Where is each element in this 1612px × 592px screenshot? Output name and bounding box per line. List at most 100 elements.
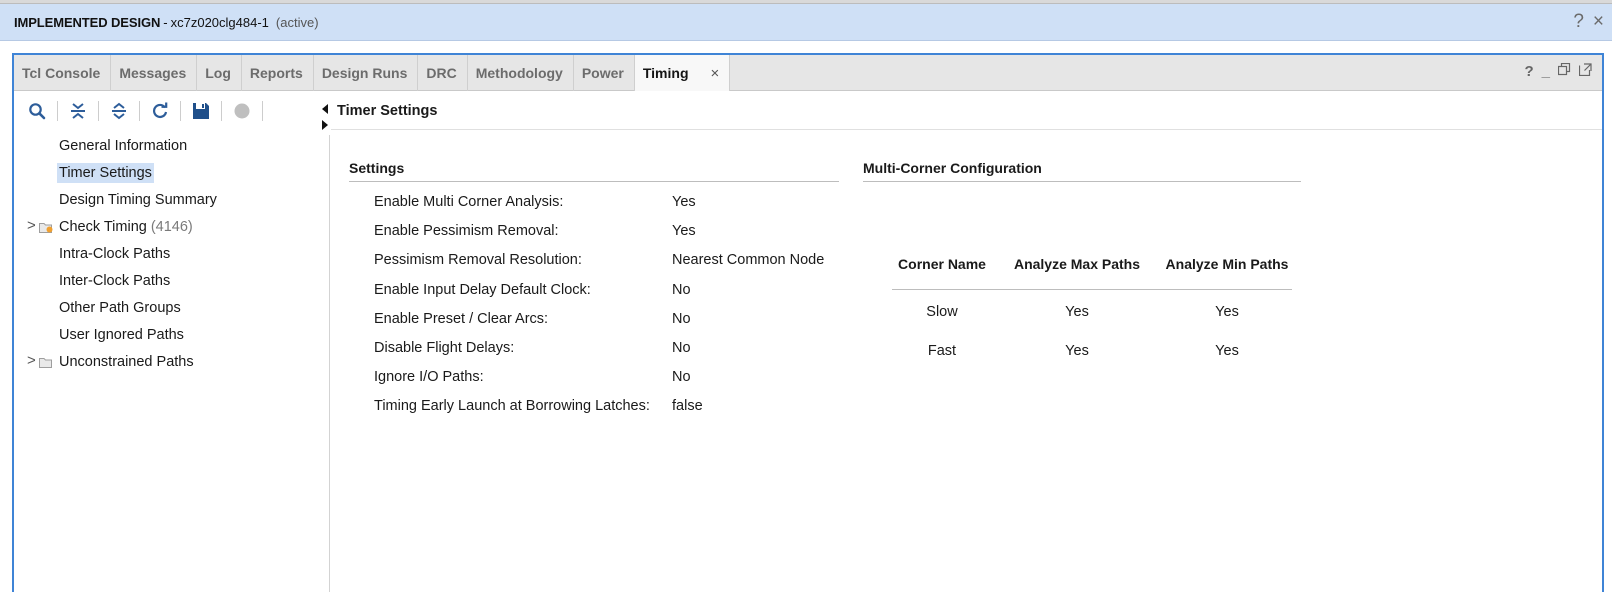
table-cell: Yes <box>1065 304 1089 320</box>
tree-item-inter-clock-paths[interactable]: Inter-Clock Paths <box>59 270 170 292</box>
tree-item-unconstrained-paths[interactable]: > Unconstrained Paths <box>27 351 194 373</box>
setting-label: Enable Pessimism Removal: <box>374 223 559 239</box>
setting-label: Disable Flight Delays: <box>374 340 515 356</box>
setting-row: Enable Multi Corner Analysis: Yes <box>374 194 696 214</box>
tab-log[interactable]: Log <box>197 55 242 91</box>
stop-icon[interactable] <box>229 98 255 124</box>
column-header: Analyze Min Paths <box>1165 256 1289 272</box>
tree-item-label: Intra-Clock Paths <box>59 246 171 262</box>
table-header: Corner Name Analyze Max Paths Analyze Mi… <box>892 256 1292 290</box>
design-status: (active) <box>275 14 319 30</box>
setting-value: No <box>672 311 691 327</box>
tab-methodology[interactable]: Methodology <box>468 55 574 91</box>
detail-title: Timer Settings <box>331 92 1602 130</box>
tab-label: Power <box>581 65 624 81</box>
setting-row: Timing Early Launch at Borrowing Latches… <box>374 398 703 418</box>
column-header: Analyze Max Paths <box>1013 256 1141 272</box>
tab-drc[interactable]: DRC <box>418 55 468 91</box>
tree-item-label: General Information <box>59 138 188 154</box>
tree-item-label: Timer Settings <box>57 163 154 183</box>
tab-label: Messages <box>119 65 187 81</box>
tree-item-label: Other Path Groups <box>59 300 181 316</box>
float-icon[interactable] <box>1578 63 1592 80</box>
part-name: xc7z020clg484-1 <box>170 14 269 30</box>
expand-all-icon[interactable] <box>106 98 132 124</box>
tab-label: Timing <box>642 65 689 81</box>
tree-item-intra-clock-paths[interactable]: Intra-Clock Paths <box>59 243 170 265</box>
search-icon[interactable] <box>24 98 50 124</box>
save-icon[interactable] <box>188 98 214 124</box>
chevron-right-icon[interactable]: > <box>27 352 39 369</box>
tree-item-general-information[interactable]: General Information <box>59 135 187 157</box>
table-cell: Yes <box>1215 343 1239 359</box>
setting-label: Enable Input Delay Default Clock: <box>374 282 591 298</box>
table-cell: Yes <box>1065 343 1089 359</box>
setting-label: Ignore I/O Paths: <box>374 369 484 385</box>
design-label: IMPLEMENTED DESIGN <box>14 14 161 30</box>
tree-item-timer-settings[interactable]: Timer Settings <box>57 162 154 184</box>
setting-row: Enable Pessimism Removal: Yes <box>374 223 696 243</box>
setting-value: Nearest Common Node <box>672 252 825 268</box>
tree-item-label: Unconstrained Paths <box>59 354 194 370</box>
setting-value: No <box>672 340 691 356</box>
setting-row: Ignore I/O Paths: No <box>374 369 691 389</box>
setting-label: Pessimism Removal Resolution: <box>374 252 582 268</box>
chevron-right-icon[interactable]: > <box>27 217 39 234</box>
setting-label: Enable Preset / Clear Arcs: <box>374 311 549 327</box>
tab-label: Methodology <box>475 65 563 81</box>
tab-messages[interactable]: Messages <box>111 55 198 91</box>
tab-label: Log <box>205 65 231 81</box>
help-icon[interactable]: ? <box>1573 11 1584 33</box>
tab-timing[interactable]: Timing × <box>634 55 731 91</box>
settings-section-title: Settings <box>349 160 839 182</box>
tree-item-label: Design Timing Summary <box>59 192 217 208</box>
tab-tcl-console[interactable]: Tcl Console <box>14 55 112 91</box>
tab-bar: Tcl Console Messages Log Reports Design … <box>14 55 1602 91</box>
tab-label: Reports <box>249 65 303 81</box>
collapse-all-icon[interactable] <box>65 98 91 124</box>
tree-item-label: Inter-Clock Paths <box>59 273 171 289</box>
setting-label: Enable Multi Corner Analysis: <box>374 194 564 210</box>
tab-label: Design Runs <box>321 65 408 81</box>
timing-toolbar <box>14 92 330 130</box>
tab-label: Tcl Console <box>22 65 101 81</box>
setting-value: No <box>672 282 691 298</box>
timing-panel: Tcl Console Messages Log Reports Design … <box>12 53 1604 592</box>
setting-row: Disable Flight Delays: No <box>374 340 691 360</box>
column-header: Corner Name <box>898 256 986 272</box>
close-icon[interactable]: × <box>1593 11 1604 33</box>
minimize-icon[interactable]: _ <box>1542 63 1550 80</box>
tab-label: DRC <box>426 65 457 81</box>
panel-splitter-arrows[interactable] <box>320 102 330 132</box>
multicorner-section-title: Multi-Corner Configuration <box>863 160 1301 182</box>
restore-icon[interactable] <box>1557 62 1571 80</box>
tab-power[interactable]: Power <box>574 55 635 91</box>
setting-label: Timing Early Launch at Borrowing Latches… <box>374 398 650 414</box>
tree-item-label: Check Timing <box>59 219 147 235</box>
window-title-bar: IMPLEMENTED DESIGN - xc7z020clg484-1 (ac… <box>0 4 1612 41</box>
setting-value: false <box>672 398 703 414</box>
title-separator: - <box>163 14 168 30</box>
timing-report-tree: General Information Timer Settings Desig… <box>14 135 330 592</box>
setting-row: Enable Preset / Clear Arcs: No <box>374 311 691 331</box>
tree-item-count: (4146) <box>150 219 193 235</box>
folder-icon <box>39 356 53 368</box>
setting-value: No <box>672 369 691 385</box>
panel-help-icon[interactable]: ? <box>1524 63 1533 80</box>
setting-value: Yes <box>672 194 696 210</box>
tree-item-label: User Ignored Paths <box>59 327 184 343</box>
tab-reports[interactable]: Reports <box>242 55 314 91</box>
tree-item-design-timing-summary[interactable]: Design Timing Summary <box>59 189 217 211</box>
tab-design-runs[interactable]: Design Runs <box>314 55 419 91</box>
table-cell: Slow <box>926 304 958 320</box>
setting-value: Yes <box>672 223 696 239</box>
tree-item-check-timing[interactable]: > Check Timing (4146) <box>27 216 193 238</box>
tree-item-other-path-groups[interactable]: Other Path Groups <box>59 297 181 319</box>
folder-warning-icon <box>39 221 53 233</box>
tree-item-user-ignored-paths[interactable]: User Ignored Paths <box>59 324 184 346</box>
refresh-icon[interactable] <box>147 98 173 124</box>
tab-close-icon[interactable]: × <box>711 65 720 82</box>
table-cell: Yes <box>1215 304 1239 320</box>
setting-row: Enable Input Delay Default Clock: No <box>374 282 691 302</box>
setting-row: Pessimism Removal Resolution: Nearest Co… <box>374 252 824 272</box>
